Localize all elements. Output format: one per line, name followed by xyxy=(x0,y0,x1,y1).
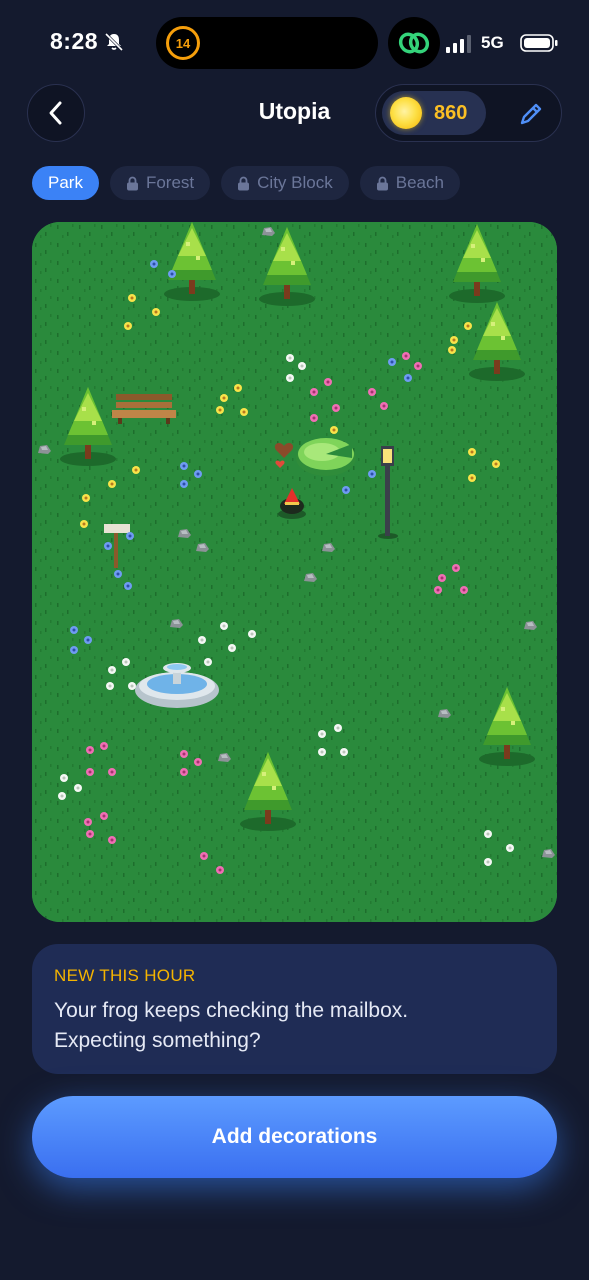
coin-balance[interactable]: 860 xyxy=(382,91,486,135)
news-card: NEW THIS HOUR Your frog keeps checking t… xyxy=(32,944,557,1074)
park-scene[interactable] xyxy=(32,222,557,922)
news-title: NEW THIS HOUR xyxy=(54,966,196,985)
status-bar: 8:28 14 5G xyxy=(0,0,589,88)
network-label: 5G xyxy=(481,33,504,52)
tab-city-block[interactable]: City Block xyxy=(221,166,349,200)
coin-count: 860 xyxy=(434,102,468,124)
header: Utopia 860 xyxy=(0,84,589,144)
park-scene-art xyxy=(32,222,557,922)
tab-beach[interactable]: Beach xyxy=(359,166,460,200)
lock-icon xyxy=(126,176,138,190)
tab-label: Forest xyxy=(145,173,195,192)
scene-tabs: Park Forest City Block Beach xyxy=(32,166,460,200)
coin-edit-group: 860 xyxy=(375,84,562,142)
link-activity[interactable] xyxy=(388,17,440,69)
tab-label: Beach xyxy=(395,173,444,192)
dynamic-island[interactable]: 14 xyxy=(156,17,378,69)
signal-icon xyxy=(446,35,471,53)
bell-muted-icon xyxy=(104,32,124,52)
status-time: 8:28 xyxy=(50,28,99,54)
tab-label: Park xyxy=(48,173,83,192)
add-decorations-button[interactable]: Add decorations xyxy=(32,1096,557,1178)
battery-icon xyxy=(520,34,558,52)
tab-label: City Block xyxy=(257,173,333,192)
news-text: Your frog keeps checking the mailbox. Ex… xyxy=(54,999,409,1052)
tab-forest[interactable]: Forest xyxy=(109,166,211,200)
edit-pencil-icon[interactable] xyxy=(516,99,546,129)
lock-icon xyxy=(376,176,388,190)
add-decorations-label: Add decorations xyxy=(211,1125,378,1148)
link-icon xyxy=(398,32,430,54)
lock-icon xyxy=(238,176,250,190)
timer-ring: 14 xyxy=(166,26,200,60)
tab-park[interactable]: Park xyxy=(32,166,99,200)
coin-icon xyxy=(390,97,422,129)
lily-pad-icon xyxy=(296,438,356,476)
